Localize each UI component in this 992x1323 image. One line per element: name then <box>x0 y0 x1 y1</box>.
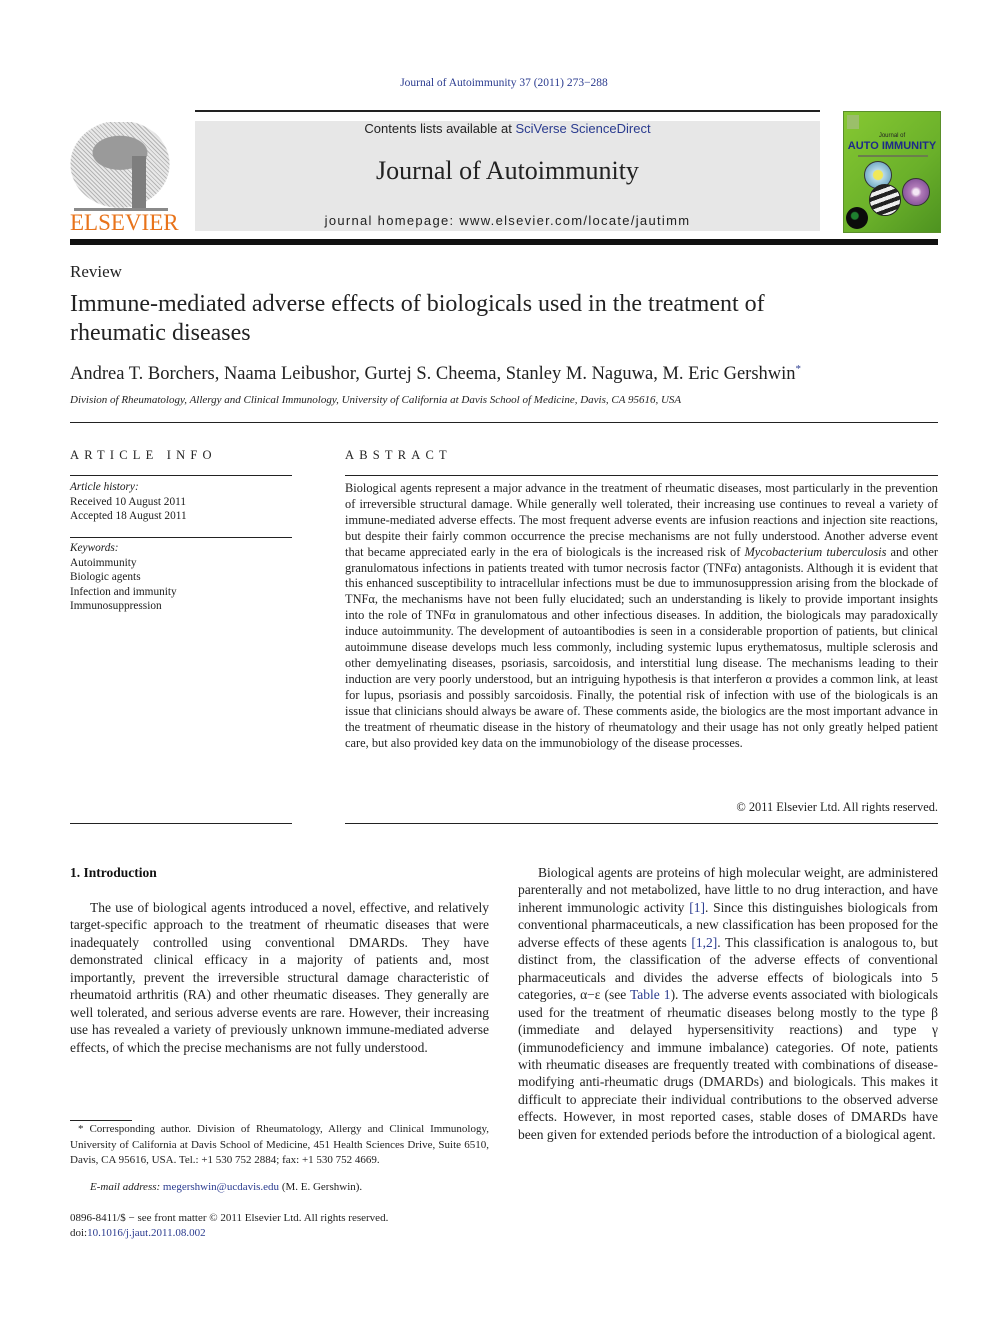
header-rule <box>195 110 820 112</box>
keyword-item[interactable]: Immunosuppression <box>70 599 292 614</box>
author-list: Andrea T. Borchers, Naama Leibushor, Gur… <box>70 363 801 385</box>
footnote-rule <box>70 1120 132 1121</box>
tree-trunk <box>132 156 146 210</box>
cover-elsevier-icon <box>847 115 859 129</box>
abstract-heading: ABSTRACT <box>345 448 452 462</box>
authors-text: Andrea T. Borchers, Naama Leibushor, Gur… <box>70 364 796 385</box>
elsevier-logo[interactable]: ELSEVIER <box>70 122 179 235</box>
intro-paragraph-2: Biological agents are proteins of high m… <box>518 864 938 1143</box>
header-divider <box>70 422 938 423</box>
section-heading-introduction: 1. Introduction <box>70 865 157 880</box>
running-head[interactable]: Journal of Autoimmunity 37 (2011) 273−28… <box>0 77 992 89</box>
table-1-link[interactable]: Table 1 <box>630 987 671 1002</box>
masthead-rule <box>70 239 938 245</box>
cover-striped-image-icon <box>869 184 901 216</box>
cover-fluorescence-image-icon <box>846 207 868 229</box>
intro-paragraph-1: The use of biological agents introduced … <box>70 900 489 1055</box>
article-history: Article history: Received 10 August 2011… <box>70 480 292 524</box>
article-type: Review <box>70 262 122 281</box>
accepted-date: Accepted 18 August 2011 <box>70 510 187 522</box>
journal-homepage[interactable]: journal homepage: www.elsevier.com/locat… <box>195 213 820 228</box>
article-info-heading: ARTICLE INFO <box>70 448 217 462</box>
journal-title: Journal of Autoimmunity <box>376 156 639 185</box>
received-date: Received 10 August 2011 <box>70 495 186 508</box>
para2-text-d: ). The adverse events associated with bi… <box>518 987 938 1142</box>
journal-cover-image[interactable]: Journal of AUTO IMMUNITY <box>843 111 941 233</box>
front-matter: 0896-8411/$ − see front matter © 2011 El… <box>70 1211 388 1240</box>
cover-title: AUTO IMMUNITY <box>847 140 937 152</box>
citation-link[interactable]: [1] <box>689 900 705 915</box>
abstract-copyright: © 2011 Elsevier Ltd. All rights reserved… <box>736 800 938 814</box>
journal-banner: Contents lists available at SciVerse Sci… <box>195 121 820 231</box>
abstract-part-2: and other granulomatous infections in pa… <box>345 544 939 750</box>
doi-link[interactable]: 10.1016/j.jaut.2011.08.002 <box>87 1227 205 1239</box>
history-label: Article history: <box>70 481 139 493</box>
keyword-item[interactable]: Infection and immunity <box>70 585 292 600</box>
issn-line: 0896-8411/$ − see front matter © 2011 El… <box>70 1212 389 1224</box>
contents-prefix: Contents lists available at <box>364 121 516 136</box>
citation-link[interactable]: [1,2] <box>691 935 717 950</box>
email-line: E-mail address: megershwin@ucdavis.edu (… <box>90 1181 362 1193</box>
keyword-item[interactable]: Biologic agents <box>70 570 292 585</box>
article-info-bottom-rule <box>70 823 292 824</box>
abstract-rule <box>345 475 938 476</box>
corresponding-author-footnote: * Corresponding author. Division of Rheu… <box>70 1123 489 1167</box>
corresponding-author-mark[interactable]: * <box>796 363 802 375</box>
contents-available-line: Contents lists available at SciVerse Sci… <box>195 121 820 136</box>
cover-journal-of: Journal of <box>878 133 906 139</box>
doi-label: doi: <box>70 1226 88 1239</box>
sciverse-link[interactable]: SciVerse ScienceDirect <box>515 121 650 136</box>
keywords-rule <box>70 537 292 538</box>
cover-tissue-image-icon <box>902 178 930 206</box>
article-title: Immune-mediated adverse effects of biolo… <box>70 291 765 346</box>
article-info-rule <box>70 475 292 476</box>
abstract-bottom-rule <box>345 823 938 824</box>
affiliation: Division of Rheumatology, Allergy and Cl… <box>70 394 682 406</box>
email-label: E-mail address: <box>90 1181 163 1193</box>
abstract-organism: Mycobacterium tuberculosis <box>744 544 887 559</box>
elsevier-tree-icon <box>70 122 170 210</box>
email-link[interactable]: megershwin@ucdavis.edu <box>163 1181 279 1193</box>
elsevier-wordmark: ELSEVIER <box>70 210 179 235</box>
email-suffix: (M. E. Gershwin). <box>279 1181 363 1193</box>
abstract-body: Biological agents represent a major adva… <box>345 481 938 751</box>
doi-line: doi:10.1016/j.jaut.2011.08.002 <box>70 1226 388 1241</box>
keywords-label: Keywords: <box>70 542 119 554</box>
keywords-block: Keywords: Autoimmunity Biologic agents I… <box>70 541 292 614</box>
cover-subtitle-bar <box>858 155 928 157</box>
keyword-item[interactable]: Autoimmunity <box>70 556 292 571</box>
